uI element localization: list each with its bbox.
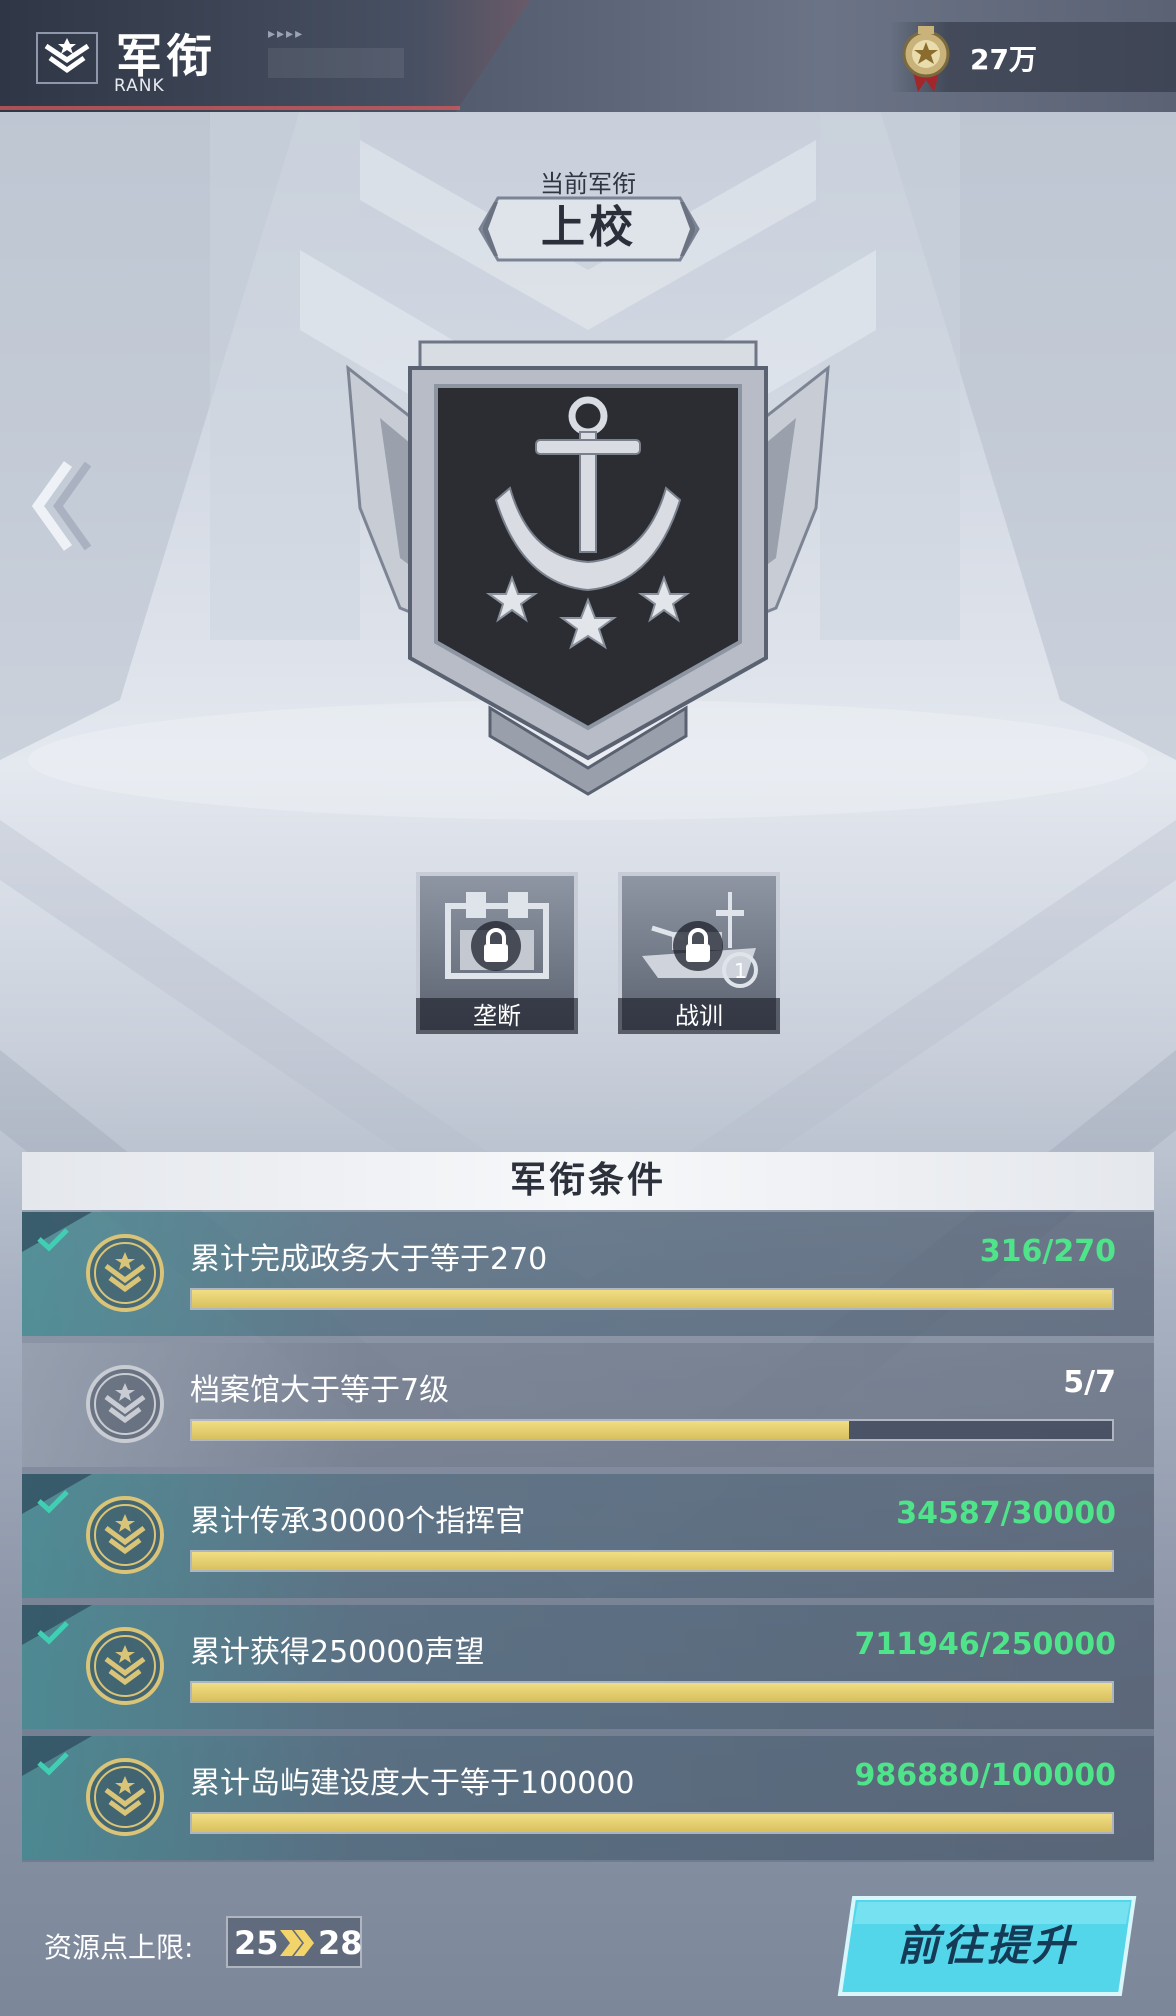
condition-progress-bar	[190, 1288, 1114, 1310]
resource-limit-current: 25	[234, 1924, 279, 1962]
check-icon	[37, 1752, 69, 1776]
condition-progress-count: 711946/250000	[854, 1627, 1116, 1662]
unlock-training[interactable]: 1 战训	[618, 872, 780, 1034]
medal-icon	[902, 26, 950, 92]
title-accent-line	[0, 106, 460, 110]
condition-progress-fill	[192, 1683, 1112, 1701]
previous-rank-arrow-icon[interactable]	[24, 456, 94, 556]
go-upgrade-button[interactable]: 前往提升	[836, 1894, 1138, 1998]
condition-row: 累计完成政务大于等于270 316/270	[22, 1212, 1154, 1336]
condition-progress-count: 316/270	[979, 1234, 1116, 1269]
rank-emblem-icon	[86, 1496, 164, 1574]
go-upgrade-label: 前往提升	[896, 1921, 1077, 1970]
check-icon	[37, 1621, 69, 1645]
condition-row: 累计岛屿建设度大于等于100000 986880/100000	[22, 1736, 1154, 1860]
condition-progress-bar	[190, 1550, 1114, 1572]
rank-emblem-icon	[86, 1234, 164, 1312]
condition-row: 累计获得250000声望 711946/250000	[22, 1605, 1154, 1729]
resource-limit-label: 资源点上限:	[44, 1931, 194, 1964]
currency-value: 27万	[970, 43, 1037, 76]
condition-progress-count: 34587/30000	[896, 1496, 1116, 1531]
check-icon	[37, 1228, 69, 1252]
svg-text:1: 1	[734, 959, 747, 983]
condition-text: 累计传承30000个指挥官	[190, 1504, 526, 1539]
lock-icon	[673, 921, 723, 971]
condition-progress-bar	[190, 1419, 1114, 1441]
rank-emblem-icon	[86, 1758, 164, 1836]
lock-icon	[471, 921, 521, 971]
unlock-monopoly[interactable]: 垄断	[416, 872, 578, 1034]
unlock-monopoly-label: 垄断	[416, 998, 578, 1034]
page-subtitle: RANK	[114, 76, 165, 96]
resource-limit-next: 28	[318, 1924, 363, 1962]
anchor-three-stars-badge	[346, 340, 830, 796]
condition-text: 累计获得250000声望	[190, 1635, 485, 1670]
condition-progress-fill	[192, 1814, 1112, 1832]
condition-row: 档案馆大于等于7级 5/7	[22, 1343, 1154, 1467]
double-arrow-icon	[280, 1930, 314, 1956]
unlock-training-label: 战训	[618, 998, 780, 1034]
conditions-header: 军衔条件	[22, 1152, 1154, 1210]
title-bar-decoration	[268, 48, 404, 78]
condition-text: 累计岛屿建设度大于等于100000	[190, 1766, 635, 1801]
condition-progress-bar	[190, 1681, 1114, 1703]
condition-progress-count: 986880/100000	[854, 1758, 1116, 1793]
condition-text: 档案馆大于等于7级	[190, 1373, 450, 1408]
check-icon	[37, 1490, 69, 1514]
current-rank-label: 当前军衔	[540, 170, 636, 198]
conditions-title: 军衔条件	[509, 1160, 666, 1201]
resource-limit-box: 25 28	[226, 1916, 363, 1968]
rank-emblem-icon	[86, 1627, 164, 1705]
condition-progress-count: 5/7	[1063, 1365, 1116, 1400]
condition-progress-bar	[190, 1812, 1114, 1834]
current-rank-name: 上校	[541, 202, 637, 253]
condition-progress-fill	[192, 1421, 849, 1439]
condition-row: 累计传承30000个指挥官 34587/30000	[22, 1474, 1154, 1598]
rank-chevron-icon	[36, 32, 98, 84]
condition-progress-fill	[192, 1290, 1112, 1308]
condition-text: 累计完成政务大于等于270	[190, 1242, 548, 1277]
title-arrows-decoration: ▸▸▸▸	[268, 26, 305, 42]
rank-emblem-icon	[86, 1365, 164, 1443]
condition-progress-fill	[192, 1552, 1112, 1570]
